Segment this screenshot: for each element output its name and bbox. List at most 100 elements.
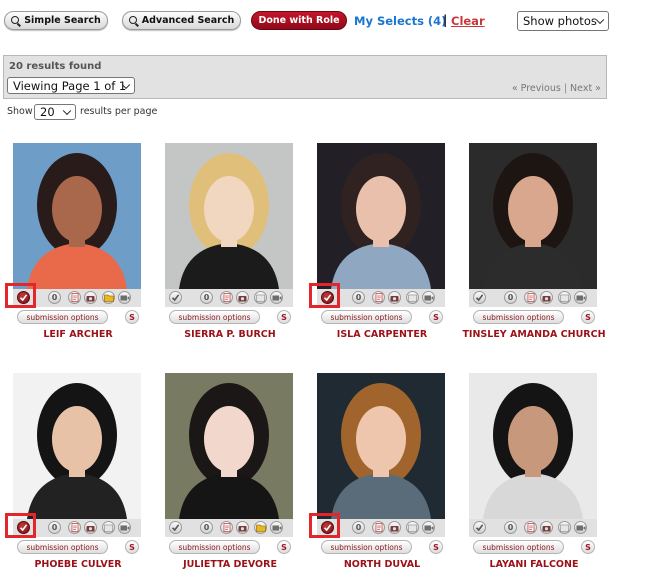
headshot-photo[interactable] xyxy=(165,143,293,289)
info-icon[interactable]: 0 xyxy=(200,521,213,534)
media-icon[interactable] xyxy=(236,291,249,304)
done-with-role-button[interactable]: Done with Role xyxy=(251,11,347,30)
s-button[interactable]: S xyxy=(277,540,291,554)
headshot-image xyxy=(165,373,293,519)
performer-name[interactable]: NORTH DUVAL xyxy=(307,559,457,570)
s-button[interactable]: S xyxy=(125,310,139,324)
show-photos-select[interactable]: Show photos xyxy=(517,11,609,31)
folder-icon[interactable] xyxy=(102,521,115,534)
selected-highlight xyxy=(309,283,340,308)
select-check-icon[interactable] xyxy=(473,521,486,534)
video-icon[interactable] xyxy=(422,521,435,534)
headshot-photo[interactable] xyxy=(317,373,445,519)
performer-card: 0 submission options S NORTH DUVAL xyxy=(307,373,457,578)
info-icon[interactable]: 0 xyxy=(352,291,365,304)
video-icon[interactable] xyxy=(574,521,587,534)
info-icon[interactable]: 0 xyxy=(48,521,61,534)
per-page-select[interactable]: 20 xyxy=(34,104,76,120)
video-icon[interactable] xyxy=(422,291,435,304)
s-button[interactable]: S xyxy=(125,540,139,554)
video-icon[interactable] xyxy=(270,521,283,534)
s-button[interactable]: S xyxy=(429,540,443,554)
headshot-photo[interactable] xyxy=(469,143,597,289)
next-link[interactable]: Next » xyxy=(570,83,601,94)
folder-icon[interactable] xyxy=(558,521,571,534)
resume-icon[interactable] xyxy=(372,291,385,304)
folder-icon[interactable] xyxy=(102,291,115,304)
s-button[interactable]: S xyxy=(581,540,595,554)
magnifier-icon xyxy=(128,15,137,24)
selected-highlight xyxy=(5,513,36,538)
folder-icon[interactable] xyxy=(558,291,571,304)
submission-options-button[interactable]: submission options xyxy=(17,310,108,324)
folder-icon[interactable] xyxy=(406,291,419,304)
submission-options-button[interactable]: submission options xyxy=(321,540,412,554)
performer-name[interactable]: LEIF ARCHER xyxy=(3,329,153,340)
chevron-down-icon xyxy=(595,15,605,25)
performer-name[interactable]: SIERRA P. BURCH xyxy=(155,329,305,340)
media-icon[interactable] xyxy=(84,291,97,304)
resume-icon[interactable] xyxy=(524,291,537,304)
performer-name[interactable]: ISLA CARPENTER xyxy=(307,329,457,340)
simple-search-button[interactable]: Simple Search xyxy=(4,11,108,30)
headshot-image xyxy=(469,143,597,289)
info-icon[interactable]: 0 xyxy=(352,521,365,534)
resume-icon[interactable] xyxy=(372,521,385,534)
info-icon[interactable]: 0 xyxy=(200,291,213,304)
clear-link[interactable]: Clear xyxy=(451,14,485,28)
performer-card: 0 submission options S JULIETTA DEVORE xyxy=(155,373,305,578)
performer-name[interactable]: JULIETTA DEVORE xyxy=(155,559,305,570)
info-icon[interactable]: 0 xyxy=(48,291,61,304)
folder-icon[interactable] xyxy=(254,291,267,304)
submission-options-button[interactable]: submission options xyxy=(473,310,564,324)
resume-icon[interactable] xyxy=(68,521,81,534)
select-check-icon[interactable] xyxy=(473,291,486,304)
performer-name[interactable]: TINSLEY AMANDA CHURCH xyxy=(459,329,609,340)
resume-icon[interactable] xyxy=(524,521,537,534)
submission-options-button[interactable]: submission options xyxy=(321,310,412,324)
selected-highlight xyxy=(309,513,340,538)
my-selects-link[interactable]: My Selects (4) xyxy=(354,14,446,28)
headshot-image xyxy=(13,373,141,519)
video-icon[interactable] xyxy=(118,521,131,534)
per-page-value: 20 xyxy=(40,105,55,119)
show-label: Show xyxy=(7,106,33,117)
s-button[interactable]: S xyxy=(277,310,291,324)
headshot-photo[interactable] xyxy=(13,373,141,519)
media-icon[interactable] xyxy=(388,291,401,304)
headshot-photo[interactable] xyxy=(469,373,597,519)
folder-icon[interactable] xyxy=(406,521,419,534)
headshot-photo[interactable] xyxy=(317,143,445,289)
submission-options-button[interactable]: submission options xyxy=(169,310,260,324)
performer-name[interactable]: LAYANI FALCONE xyxy=(459,559,609,570)
media-icon[interactable] xyxy=(84,521,97,534)
resume-icon[interactable] xyxy=(220,521,233,534)
submission-options-button[interactable]: submission options xyxy=(473,540,564,554)
video-icon[interactable] xyxy=(574,291,587,304)
headshot-photo[interactable] xyxy=(13,143,141,289)
select-check-icon[interactable] xyxy=(169,521,182,534)
video-icon[interactable] xyxy=(118,291,131,304)
previous-link[interactable]: « Previous xyxy=(512,83,561,94)
headshot-photo[interactable] xyxy=(165,373,293,519)
performer-name[interactable]: PHOEBE CULVER xyxy=(3,559,153,570)
s-button[interactable]: S xyxy=(581,310,595,324)
media-icon[interactable] xyxy=(540,291,553,304)
folder-icon[interactable] xyxy=(254,521,267,534)
submission-options-button[interactable]: submission options xyxy=(169,540,260,554)
info-icon[interactable]: 0 xyxy=(504,521,517,534)
resume-icon[interactable] xyxy=(220,291,233,304)
video-icon[interactable] xyxy=(270,291,283,304)
action-icon-bar: 0 xyxy=(469,289,597,307)
media-icon[interactable] xyxy=(540,521,553,534)
select-check-icon[interactable] xyxy=(169,291,182,304)
resume-icon[interactable] xyxy=(68,291,81,304)
media-icon[interactable] xyxy=(236,521,249,534)
submission-options-button[interactable]: submission options xyxy=(17,540,108,554)
performer-card: 0 submission options S LEIF ARCHER xyxy=(3,143,153,348)
s-button[interactable]: S xyxy=(429,310,443,324)
advanced-search-button[interactable]: Advanced Search xyxy=(122,11,241,30)
media-icon[interactable] xyxy=(388,521,401,534)
info-icon[interactable]: 0 xyxy=(504,291,517,304)
page-select[interactable]: Viewing Page 1 of 1 xyxy=(7,77,135,94)
